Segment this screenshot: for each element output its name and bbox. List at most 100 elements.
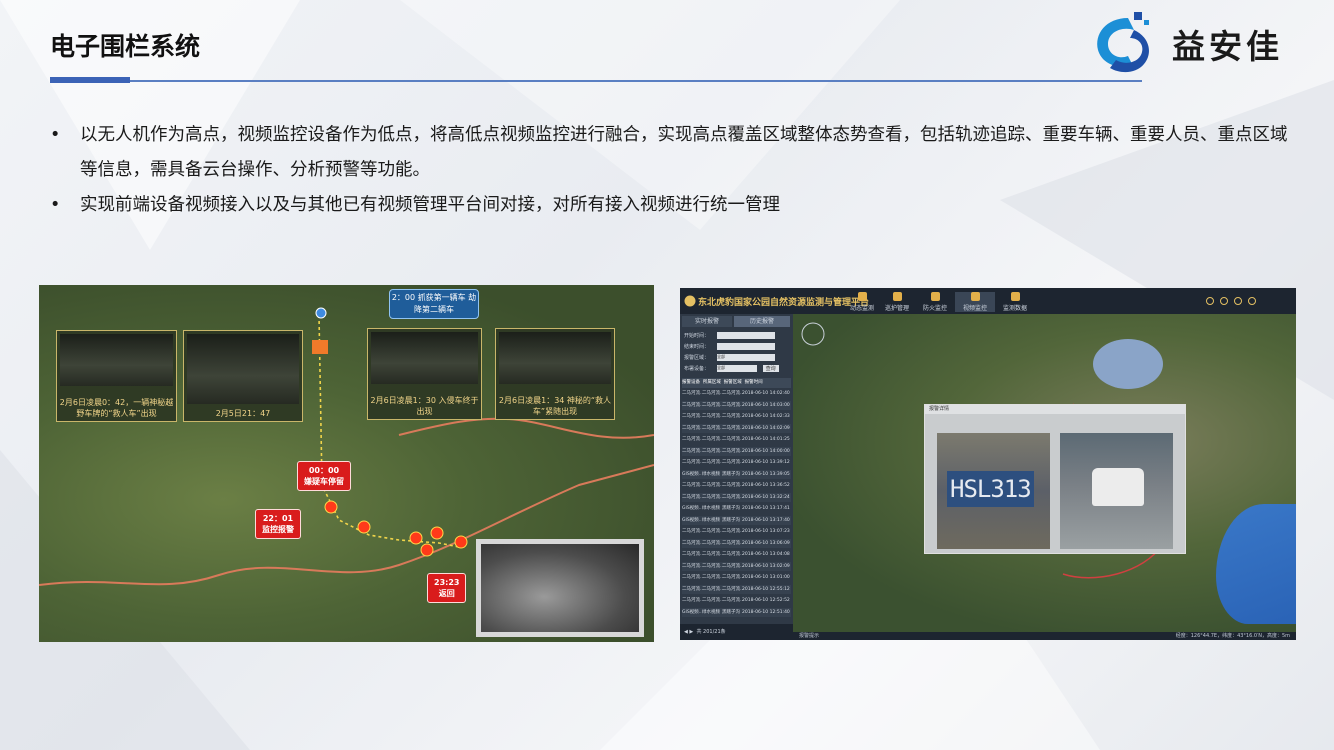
table-cell: GIS视频... <box>682 609 703 615</box>
table-row[interactable]: 二马河流...二马河流...二马河流...2018-06-10 14:02:40 <box>682 389 791 399</box>
table-cell: 二马河流... <box>722 391 745 396</box>
table-cell: 二马河流... <box>702 529 725 534</box>
table-row[interactable]: 二马河流...二马河流...二马河流...2018-06-10 14:00:00 <box>682 446 791 456</box>
table-cell: 2018-06-10 13:32:24 <box>742 494 790 500</box>
nav-item[interactable]: 监测数据 <box>995 292 1035 312</box>
table-cell: 二马河流... <box>702 563 725 569</box>
plate-number: HSL313 <box>947 471 1034 507</box>
table-row[interactable]: 二马河流...二马河流...二马河流...2018-06-10 14:02:09 <box>682 423 791 433</box>
table-cell: 绿水视频 <box>702 517 720 523</box>
table-cell: 二马河流... <box>702 414 725 419</box>
table-row[interactable]: 二马河流...二马河流...二马河流...2018-06-10 13:36:52 <box>682 481 791 491</box>
end-time-input[interactable] <box>717 343 776 350</box>
table-row[interactable]: 二马河流...二马河流...二马河流...2018-06-10 13:39:12 <box>682 458 791 468</box>
data-icon <box>1010 292 1020 301</box>
table-cell: 2018-06-10 13:07:23 <box>742 529 790 534</box>
table-cell: 2018-06-10 12:52:52 <box>742 598 790 603</box>
nav-item-active[interactable]: 视频监控 <box>955 292 995 312</box>
satellite-map[interactable]: 报警详情 HSL313 <box>793 314 1296 632</box>
table-cell: 二马河流... <box>682 529 705 534</box>
table-cell: 2018-06-10 13:02:09 <box>742 563 790 569</box>
tab-history[interactable]: 历史报警 <box>734 316 790 327</box>
table-cell: 绿水视频 <box>702 609 720 615</box>
table-cell: 二马河流... <box>682 552 705 557</box>
table-row[interactable]: 二马河流...二马河流...二马河流...2018-06-10 13:04:08 <box>682 550 791 560</box>
video-icon <box>970 292 980 301</box>
table-cell: 2018-06-10 14:03:00 <box>742 402 790 408</box>
table-cell: 二马河流... <box>722 529 745 534</box>
table-cell: 2018-06-10 13:06:09 <box>742 540 790 546</box>
pager[interactable]: ◀ ▶ 共 201/21条 <box>680 624 793 640</box>
area-select[interactable]: 全部 <box>717 354 776 361</box>
table-cell: 黑瞎子沟 <box>722 517 740 523</box>
table-cell: 2018-06-10 14:02:40 <box>742 391 790 396</box>
table-row[interactable]: GIS视频...绿水视频 黑瞎子沟 2018-06-10 12:51:40 <box>682 607 791 617</box>
form-row: 结束时间： <box>684 343 776 350</box>
table-row[interactable]: GIS视频...绿水视频 黑瞎子沟 2018-06-10 13:39:05 <box>682 469 791 479</box>
table-header: 报警设备 所属区域 报警区域 报警时间 <box>682 378 791 388</box>
table-row[interactable]: 二马河流...二马河流...二马河流...2018-06-10 12:52:52 <box>682 596 791 606</box>
start-time-input[interactable] <box>717 332 776 339</box>
table-row[interactable]: 二马河流...二马河流...二马河流...2018-06-10 14:03:00 <box>682 400 791 410</box>
table-row[interactable]: 二马河流...二马河流...二马河流...2018-06-10 13:01:00 <box>682 573 791 583</box>
table-cell: 二马河流... <box>682 448 705 454</box>
table-cell: 二马河流... <box>722 425 745 431</box>
nav-item[interactable]: 防火监控 <box>915 292 955 312</box>
monitor-icon <box>857 292 867 301</box>
bullet-text: 实现前端设备视频接入以及与其他已有视频管理平台间对接，对所有接入视频进行统一管理 <box>80 195 780 215</box>
table-row[interactable]: 二马河流...二马河流...二马河流...2018-06-10 13:06:09 <box>682 538 791 548</box>
table-cell: 二马河流... <box>702 402 725 408</box>
track-map-screenshot: 2：00 抓获第一辆车 劫降第二辆车 2月6日凌晨0：42，一辆神秘越 野车牌的… <box>39 285 654 642</box>
query-button[interactable]: 查询 <box>762 365 779 372</box>
table-cell: GIS视频... <box>682 506 703 511</box>
table-cell: 2018-06-10 13:01:00 <box>742 575 790 580</box>
table-cell: 二马河流... <box>682 586 705 592</box>
table-cell: 二马河流... <box>682 425 705 431</box>
table-cell: 2018-06-10 12:55:12 <box>742 586 790 592</box>
table-cell: 2018-06-10 13:39:05 <box>742 471 790 477</box>
alarm-detail-popup: 报警详情 HSL313 <box>924 404 1186 554</box>
table-row[interactable]: GIS视频...绿水视频 黑瞎子沟 2018-06-10 13:17:40 <box>682 515 791 525</box>
alarm-sidebar: 实时报警 历史报警 开始时间： 结束时间： 报警区域： 全部 布署设备： 全部 查询… <box>680 314 793 640</box>
table-cell: 二马河流... <box>682 575 705 580</box>
table-cell: 2018-06-10 14:02:33 <box>742 414 790 419</box>
table-row[interactable]: 二马河流...二马河流...二马河流...2018-06-10 13:02:09 <box>682 561 791 571</box>
table-cell: 二马河流... <box>722 563 745 569</box>
patrol-icon <box>892 292 902 301</box>
table-cell: 2018-06-10 14:00:00 <box>742 448 790 454</box>
table-row[interactable]: 二马河流...二马河流...二马河流...2018-06-10 12:55:12 <box>682 584 791 594</box>
table-row[interactable]: 二马河流...二马河流...二马河流...2018-06-10 13:07:23 <box>682 527 791 537</box>
title-rule-accent <box>50 77 130 83</box>
table-row[interactable]: 二马河流...二马河流...二马河流...2018-06-10 14:01:25 <box>682 435 791 445</box>
table-cell: 2018-06-10 14:02:09 <box>742 425 790 431</box>
table-cell: 黑瞎子沟 <box>722 609 740 615</box>
nav-item[interactable]: 动态监测 <box>842 292 882 312</box>
table-cell: 二马河流... <box>702 586 725 592</box>
bullet-dot: • <box>50 195 61 215</box>
table-cell: 二马河流... <box>722 483 745 488</box>
table-row[interactable]: 二马河流...二马河流...二马河流...2018-06-10 13:32:24 <box>682 492 791 502</box>
tab-realtime[interactable]: 实时报警 <box>682 316 732 327</box>
table-cell: 2018-06-10 13:17:41 <box>742 506 790 511</box>
table-cell: 2018-06-10 13:17:40 <box>742 517 790 523</box>
table-cell: 二马河流... <box>682 460 705 465</box>
form-row: 报警区域： 全部 <box>684 354 776 361</box>
popup-title: 报警详情 <box>925 405 1185 414</box>
window-controls-icon[interactable] <box>1205 295 1265 307</box>
table-cell: 二马河流... <box>702 437 725 442</box>
table-row[interactable]: 二马河流...二马河流...二马河流...2018-06-10 14:02:33 <box>682 412 791 422</box>
table-cell: 绿水视频 <box>702 471 720 477</box>
table-cell: 二马河流... <box>702 552 725 557</box>
table-cell: GIS视频... <box>682 517 703 523</box>
table-cell: 二马河流... <box>682 563 705 569</box>
table-cell: 二马河流... <box>702 494 725 500</box>
table-cell: 二马河流... <box>702 460 725 465</box>
bullet-dot: • <box>50 125 61 145</box>
table-row[interactable]: GIS视频...绿水视频 黑瞎子沟 2018-06-10 13:17:41 <box>682 504 791 514</box>
device-select[interactable]: 全部 <box>717 365 758 372</box>
nav-item[interactable]: 巡护管理 <box>877 292 917 312</box>
table-cell: 二马河流... <box>722 586 745 592</box>
table-cell: 二马河流... <box>702 540 725 546</box>
bullet-item: • 以无人机作为高点，视频监控设备作为低点，将高低点视频监控进行融合，实现高点覆… <box>50 118 1300 188</box>
table-cell: 二马河流... <box>722 437 745 442</box>
